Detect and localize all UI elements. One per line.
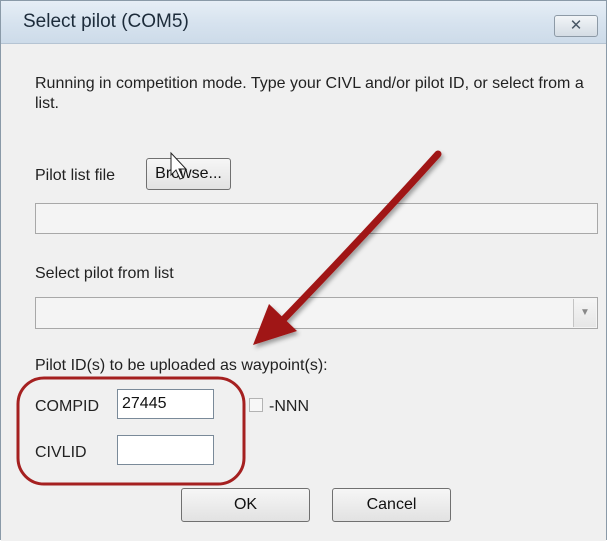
nnn-checkbox[interactable] (249, 398, 263, 412)
pilot-list-file-label: Pilot list file (35, 167, 116, 184)
select-pilot-label: Select pilot from list (35, 265, 174, 282)
compid-input[interactable]: 27445 (117, 389, 214, 419)
civlid-input[interactable] (117, 435, 214, 465)
cancel-button[interactable]: Cancel (332, 488, 451, 522)
pilot-select-dropdown[interactable]: ▼ (35, 297, 598, 329)
ok-button[interactable]: OK (181, 488, 310, 522)
dialog-body (1, 44, 606, 541)
upload-ids-label: Pilot ID(s) to be uploaded as waypoint(s… (35, 357, 328, 374)
browse-button[interactable]: Browse... (146, 158, 231, 190)
pilot-list-path-field[interactable] (35, 203, 598, 234)
select-pilot-dialog: Select pilot (COM5) ✕ Running in competi… (0, 0, 607, 541)
window-title: Select pilot (COM5) (23, 11, 189, 32)
close-icon: ✕ (569, 17, 583, 34)
nnn-label: -NNN (269, 398, 309, 415)
intro-text: Running in competition mode. Type your C… (35, 75, 584, 112)
title-bar: Select pilot (COM5) ✕ (1, 1, 606, 44)
civlid-label: CIVLID (35, 444, 87, 461)
close-button[interactable]: ✕ (554, 15, 598, 37)
chevron-down-icon[interactable]: ▼ (573, 299, 596, 327)
compid-label: COMPID (35, 398, 99, 415)
